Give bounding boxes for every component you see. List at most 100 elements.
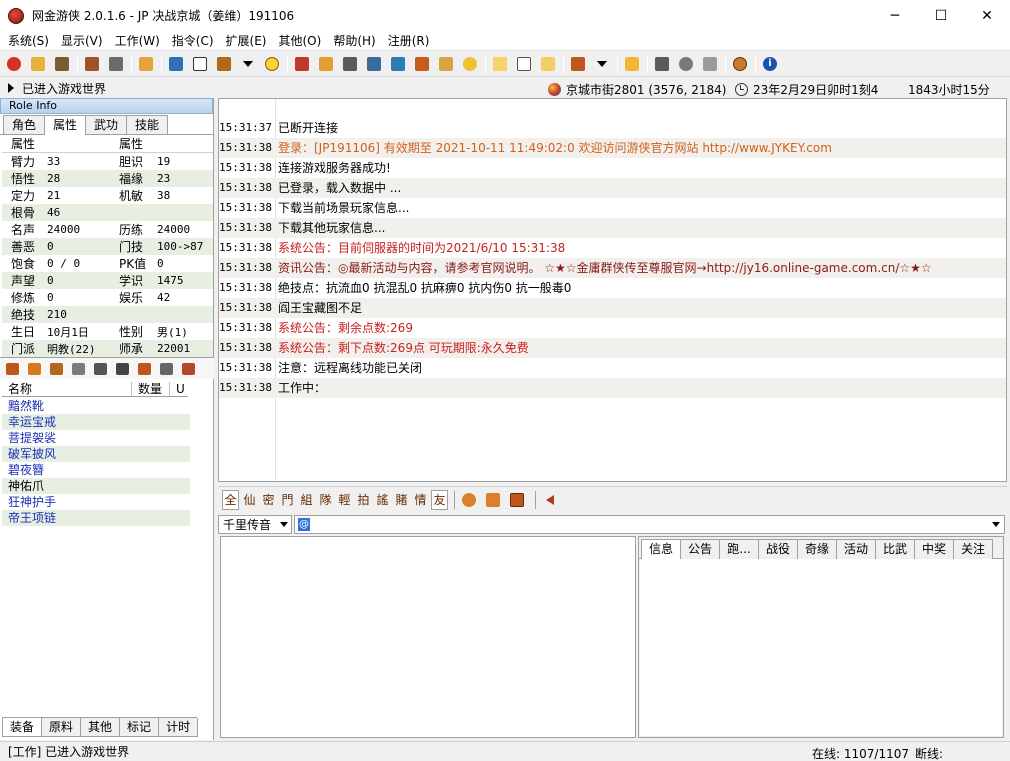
scroll-icon[interactable] [436, 54, 456, 74]
potion-icon[interactable] [70, 361, 86, 377]
map-icon[interactable] [388, 54, 408, 74]
bag-icon[interactable] [26, 361, 42, 377]
tab-role[interactable]: 角色 [3, 115, 46, 134]
channel-rumor[interactable]: 謠 [374, 490, 391, 510]
item-col-name[interactable]: 名称 [2, 382, 132, 396]
channel-light[interactable]: 輕 [336, 490, 353, 510]
dropdown-icon[interactable] [238, 54, 258, 74]
chat-input[interactable]: @ [294, 514, 1005, 534]
list-item[interactable]: 菩提袈裟 [2, 430, 190, 446]
tab-duel[interactable]: 比武 [875, 539, 915, 559]
channel-private[interactable]: 密 [260, 490, 277, 510]
tray-icon[interactable] [114, 361, 130, 377]
drawer-icon[interactable] [158, 361, 174, 377]
maximize-button[interactable]: ☐ [918, 0, 964, 31]
tab-martial-arts[interactable]: 武功 [85, 115, 128, 134]
minimize-button[interactable]: ─ [872, 0, 918, 31]
stall-icon[interactable] [136, 361, 152, 377]
message-log[interactable]: 15:31:37 已断开连接 15:31:38 登录：[JP191106] 有效期至 … [218, 98, 1007, 482]
bricks-icon[interactable] [180, 361, 196, 377]
menu-command[interactable]: 指令(C) [166, 31, 220, 51]
close-button[interactable]: ✕ [964, 0, 1010, 31]
dropdown-icon[interactable] [592, 54, 612, 74]
tab-marks[interactable]: 标记 [119, 718, 160, 737]
menu-work[interactable]: 工作(W) [109, 31, 166, 51]
hands-icon[interactable] [622, 54, 642, 74]
gear-icon[interactable] [459, 490, 479, 510]
tab-info[interactable]: 信息 [641, 539, 681, 560]
tab-prize[interactable]: 中奖 [914, 539, 954, 559]
menu-view[interactable]: 显示(V) [55, 31, 109, 51]
package-icon[interactable] [48, 361, 64, 377]
channel-auction[interactable]: 拍 [355, 490, 372, 510]
tab-follow[interactable]: 关注 [953, 539, 993, 559]
menu-extend[interactable]: 扩展(E) [220, 31, 273, 51]
pickaxe-icon[interactable] [364, 54, 384, 74]
box-icon[interactable] [136, 54, 156, 74]
door-icon[interactable] [568, 54, 588, 74]
tab-run[interactable]: 跑... [719, 539, 759, 559]
ball-icon[interactable] [676, 54, 696, 74]
tab-events[interactable]: 活动 [836, 539, 876, 559]
item-col-u[interactable]: U [170, 382, 188, 396]
item-col-qty[interactable]: 数量 [132, 382, 170, 396]
list-item[interactable]: 黯然靴 [2, 398, 190, 414]
list-item[interactable]: 破军披风 [2, 446, 190, 462]
channel-friend[interactable]: 友 [431, 489, 448, 510]
info-icon[interactable]: i [760, 54, 780, 74]
help-key-icon[interactable] [52, 54, 72, 74]
printer-icon[interactable] [92, 361, 108, 377]
list-item[interactable]: 碧夜簪 [2, 462, 190, 478]
tab-battle[interactable]: 战役 [758, 539, 798, 559]
registered-icon[interactable] [730, 54, 750, 74]
target-icon[interactable] [262, 54, 282, 74]
calculator-icon[interactable] [166, 54, 186, 74]
notes-icon[interactable] [490, 54, 510, 74]
tab-equipment[interactable]: 装备 [2, 718, 43, 737]
cart-icon[interactable] [82, 54, 102, 74]
list-item[interactable]: 帝王项链 [2, 510, 190, 526]
pot-icon[interactable] [652, 54, 672, 74]
channel-team[interactable]: 隊 [317, 490, 334, 510]
mail-icon[interactable] [190, 54, 210, 74]
tab-notice[interactable]: 公告 [680, 539, 720, 559]
image-icon[interactable] [507, 490, 527, 510]
chat-bubble-icon[interactable] [483, 490, 503, 510]
menu-other[interactable]: 其他(O) [273, 31, 328, 51]
channel-sect[interactable]: 門 [279, 490, 296, 510]
channel-select[interactable]: 千里传音 [218, 514, 292, 534]
house-icon[interactable] [412, 54, 432, 74]
tab-materials[interactable]: 原料 [41, 718, 82, 737]
list-item[interactable]: 神佑爪 [2, 478, 190, 494]
tab-timer[interactable]: 计时 [158, 718, 199, 737]
channel-love[interactable]: 情 [412, 490, 429, 510]
menu-help[interactable]: 帮助(H) [327, 31, 381, 51]
sword-icon[interactable] [340, 54, 360, 74]
info-pane-body[interactable] [640, 559, 1002, 736]
channel-group[interactable]: 組 [298, 490, 315, 510]
calendar-icon[interactable] [514, 54, 534, 74]
channel-gamble[interactable]: 賭 [393, 490, 410, 510]
list-item[interactable]: 幸运宝戒 [2, 414, 190, 430]
tab-adventure[interactable]: 奇缘 [797, 539, 837, 559]
tab-skills[interactable]: 技能 [126, 115, 169, 134]
chest-icon[interactable] [4, 361, 20, 377]
speaker-icon[interactable] [540, 490, 560, 510]
menu-register[interactable]: 注册(R) [382, 31, 436, 51]
sun-icon[interactable] [460, 54, 480, 74]
channel-immortal[interactable]: 仙 [241, 490, 258, 510]
tab-attributes[interactable]: 属性 [44, 115, 87, 135]
stop-icon[interactable] [4, 54, 24, 74]
list-item[interactable]: 狂神护手 [2, 494, 190, 510]
footprints-icon[interactable] [214, 54, 234, 74]
mask-icon[interactable] [316, 54, 336, 74]
chevron-down-icon[interactable] [992, 521, 1000, 527]
secondary-message-pane[interactable] [220, 536, 636, 738]
shop-icon[interactable] [292, 54, 312, 74]
channel-all[interactable]: 全 [222, 489, 239, 510]
menu-system[interactable]: 系统(S) [2, 31, 55, 51]
tools-icon[interactable] [106, 54, 126, 74]
monitor-icon[interactable] [700, 54, 720, 74]
tab-other[interactable]: 其他 [80, 718, 121, 737]
document-icon[interactable] [538, 54, 558, 74]
